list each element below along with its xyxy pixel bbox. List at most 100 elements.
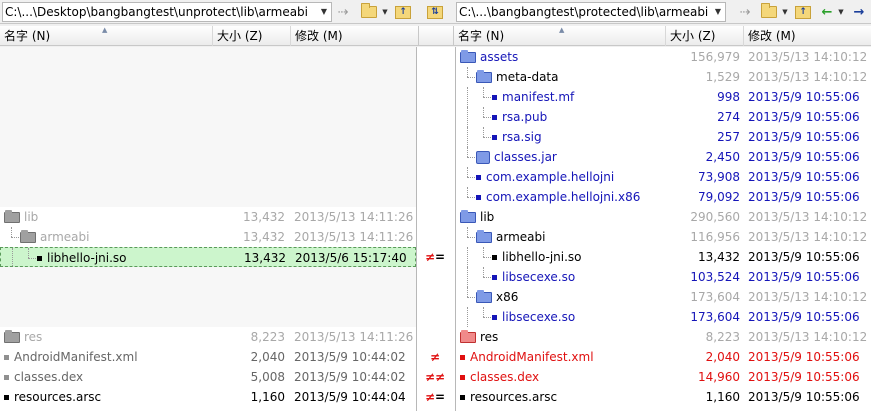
file-row[interactable]: AndroidManifest.xml 2,040 2013/5/9 10:44:0… [0,347,416,367]
file-row[interactable]: libhello-jni.so 13,432 2013/5/6 15:17:40 [0,247,416,268]
parent-folder-button[interactable]: ↑ [394,3,412,21]
file-row[interactable]: x86 173,604 2013/5/13 14:10:12 [456,287,871,307]
column-modified-header[interactable]: 修改 (M) [291,26,418,46]
file-name: rsa.sig [502,130,542,144]
file-row[interactable]: libhello-jni.so 13,432 2013/5/9 10:55:06 [456,247,871,267]
file-modified: 2013/5/13 14:11:26 [294,210,414,224]
file-icon [492,94,497,100]
tree-connector [483,107,484,117]
file-modified: 2013/5/9 10:55:06 [748,110,860,124]
file-row[interactable]: com.example.hellojni 73,908 2013/5/9 10:55… [456,167,871,187]
file-name-cell: classes.jar [476,147,668,167]
file-row[interactable]: classes.jar 2,450 2013/5/9 10:55:06 [456,147,871,167]
sort-ascending-icon: ▲ [559,26,565,34]
empty-row [0,147,416,167]
open-folder-button[interactable] [760,3,778,21]
file-row[interactable]: armeabi 13,432 2013/5/13 14:11:26 [0,227,416,247]
file-name: manifest.mf [502,90,575,104]
chevron-down-icon[interactable]: ▼ [380,3,390,21]
open-folder-button[interactable] [360,3,378,21]
file-modified: 2013/5/9 10:55:06 [748,90,860,104]
file-name: resources.arsc [14,390,102,404]
chevron-down-icon[interactable]: ▼ [711,3,725,21]
file-name-cell: classes.dex [460,367,668,387]
right-file-pane[interactable]: assets 156,979 2013/5/13 14:10:12 meta-data… [456,47,871,411]
file-size: 73,908 [698,170,740,184]
tree-connector [467,297,475,298]
tree-connector [467,107,468,127]
file-row[interactable]: classes.dex 5,008 2013/5/9 10:44:02 [0,367,416,387]
file-modified: 2013/5/6 15:17:40 [295,251,407,265]
file-row[interactable]: res 8,223 2013/5/13 14:11:26 [0,327,416,347]
compare-marker[interactable]: ≠≠ [421,367,449,387]
file-row[interactable]: libsecexe.so 103,524 2013/5/9 10:55:06 [456,267,871,287]
tree-connector [483,127,484,137]
compare-marker[interactable]: ≠= [421,387,449,407]
file-row[interactable]: rsa.pub 274 2013/5/9 10:55:06 [456,107,871,127]
swap-icon: ⇅ [427,5,443,19]
file-row[interactable]: resources.arsc 1,160 2013/5/9 10:55:06 [456,387,871,407]
file-size: 5,008 [250,370,285,384]
file-row[interactable]: AndroidManifest.xml 2,040 2013/5/9 10:55:0… [456,347,871,367]
column-size-header[interactable]: 大小 (Z) [213,26,291,46]
file-name-cell: x86 [476,287,668,307]
file-size: 103,524 [690,270,740,284]
file-name-cell: AndroidManifest.xml [460,347,668,367]
file-row[interactable]: lib 13,432 2013/5/13 14:11:26 [0,207,416,227]
file-name-cell: libhello-jni.so [37,248,214,268]
chevron-down-icon[interactable]: ▼ [317,3,331,21]
file-name: res [480,330,499,344]
tree-connector [467,287,468,297]
refresh-icon[interactable]: ⇢ [736,3,754,21]
right-path-input[interactable]: C:\...\bangbangtest\protected\lib\armeab… [456,2,726,22]
file-name-cell: rsa.sig [492,127,668,147]
file-modified: 2013/5/9 10:55:06 [748,250,860,264]
empty-row [0,47,416,67]
file-row[interactable]: manifest.mf 998 2013/5/9 10:55:06 [456,87,871,107]
chevron-down-icon[interactable]: ▼ [780,3,790,21]
compare-marker[interactable]: ≠= [421,247,449,267]
file-name: x86 [496,290,519,304]
file-size: 173,604 [690,290,740,304]
tree-connector [483,307,484,317]
file-name: com.example.hellojni.x86 [486,190,641,204]
nav-forward-button[interactable]: → [850,3,868,21]
file-name-cell: com.example.hellojni.x86 [476,187,668,207]
left-path-input[interactable]: C:\...\Desktop\bangbangtest\unprotect\li… [2,2,332,22]
file-row[interactable]: meta-data 1,529 2013/5/13 14:10:12 [456,67,871,87]
left-file-pane[interactable]: lib 13,432 2013/5/13 14:11:26 armeabi 13,432… [0,47,416,411]
file-name-cell: AndroidManifest.xml [4,347,213,367]
file-name: lib [24,210,39,224]
tree-connector [467,237,475,238]
file-row[interactable]: assets 156,979 2013/5/13 14:10:12 [456,47,871,67]
chevron-down-icon[interactable]: ▼ [836,3,846,21]
tree-connector [11,237,19,238]
folder-icon [20,229,36,243]
compare-marker[interactable]: ≠ [421,347,449,367]
swap-folders-button[interactable]: ⇅ [426,3,444,21]
file-row[interactable]: com.example.hellojni.x86 79,092 2013/5/9 1… [456,187,871,207]
file-name-cell: manifest.mf [492,87,668,107]
refresh-icon[interactable]: ⇢ [334,3,352,21]
column-size-header[interactable]: 大小 (Z) [666,26,744,46]
file-row[interactable]: classes.dex 14,960 2013/5/9 10:55:06 [456,367,871,387]
tree-connector [467,187,468,197]
file-row[interactable]: armeabi 116,956 2013/5/13 14:10:12 [456,227,871,247]
parent-folder-button[interactable]: ↑ [794,3,812,21]
file-row[interactable]: libsecexe.so 173,604 2013/5/9 10:55:06 [456,307,871,327]
file-size: 14,960 [698,370,740,384]
file-row[interactable]: res 8,223 2013/5/13 14:10:12 [456,327,871,347]
file-row[interactable]: resources.arsc 1,160 2013/5/9 10:44:04 [0,387,416,407]
tree-connector [483,97,491,98]
tree-connector [467,247,468,267]
file-row[interactable]: lib 290,560 2013/5/13 14:10:12 [456,207,871,227]
file-modified: 2013/5/13 14:11:26 [294,230,414,244]
file-row[interactable]: rsa.sig 257 2013/5/9 10:55:06 [456,127,871,147]
nav-back-button[interactable]: ← [818,3,836,21]
tree-connector [11,227,12,237]
file-size: 274 [717,110,740,124]
file-modified: 2013/5/9 10:55:06 [748,310,860,324]
file-icon [4,354,9,360]
empty-row [0,87,416,107]
column-modified-header[interactable]: 修改 (M) [744,26,871,46]
